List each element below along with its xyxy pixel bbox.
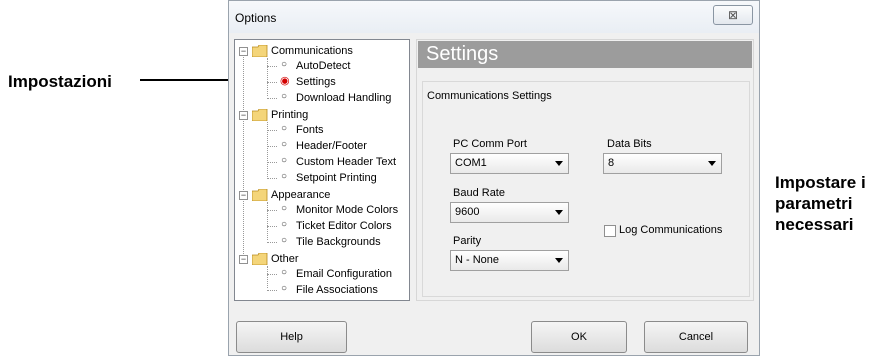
tree-connector <box>267 146 277 147</box>
tree-item-appearance[interactable]: Appearance <box>271 187 330 203</box>
appearance-collapse-toggle[interactable]: − <box>239 191 248 200</box>
radio-icon: ○ <box>281 171 288 182</box>
folder-icon <box>252 189 268 201</box>
options-dialog: Options ⊠ − Communications ○ AutoDetect … <box>228 0 760 356</box>
tree-connector <box>267 58 268 96</box>
radio-icon: ○ <box>281 139 288 150</box>
tree-item-other[interactable]: Other <box>271 251 299 267</box>
tree-item-custom-header-text[interactable]: Custom Header Text <box>296 154 396 170</box>
tree-connector <box>267 202 268 240</box>
callout-impostare-parametri: Impostare i parametri necessari <box>775 172 866 235</box>
chevron-down-icon <box>555 210 563 215</box>
close-button[interactable]: ⊠ <box>713 5 753 25</box>
callout-line-1: Impostare i <box>775 173 866 192</box>
tree-connector <box>267 98 277 99</box>
group-title: Communications Settings <box>427 90 552 102</box>
chevron-down-icon <box>708 161 716 166</box>
baud-rate-label: Baud Rate <box>453 187 505 199</box>
tree-connector <box>267 266 268 288</box>
folder-icon <box>252 253 268 265</box>
tree-connector <box>243 54 244 262</box>
baud-rate-value: 9600 <box>455 206 480 218</box>
tree-item-communications[interactable]: Communications <box>271 43 353 59</box>
tree-item-setpoint-printing[interactable]: Setpoint Printing <box>296 170 377 186</box>
parity-select[interactable]: N - None <box>450 250 569 271</box>
tree-item-settings[interactable]: Settings <box>296 74 336 90</box>
tree-connector <box>267 290 277 291</box>
radio-icon: ○ <box>281 267 288 278</box>
parity-label: Parity <box>453 235 482 247</box>
baud-rate-select[interactable]: 9600 <box>450 202 569 223</box>
data-bits-value: 8 <box>608 157 615 169</box>
radio-icon: ○ <box>281 155 288 166</box>
communications-collapse-toggle[interactable]: − <box>239 47 248 56</box>
tree-item-ticket-editor-colors[interactable]: Ticket Editor Colors <box>296 218 392 234</box>
pc-comm-port-label: PC Comm Port <box>453 138 527 150</box>
radio-icon: ○ <box>281 203 288 214</box>
tree-item-autodetect[interactable]: AutoDetect <box>296 58 350 74</box>
options-tree: − Communications ○ AutoDetect ◉ Settings… <box>234 39 410 301</box>
tree-item-monitor-mode-colors[interactable]: Monitor Mode Colors <box>296 202 398 218</box>
tree-connector <box>267 130 277 131</box>
tree-connector <box>267 162 277 163</box>
tree-connector <box>267 178 277 179</box>
callout-line-2: parametri <box>775 194 853 213</box>
chevron-down-icon <box>555 258 563 263</box>
tree-connector <box>267 274 277 275</box>
selected-radio-icon: ◉ <box>280 75 290 87</box>
panel-title: Settings <box>418 41 752 68</box>
tree-item-header-footer[interactable]: Header/Footer <box>296 138 367 154</box>
printing-collapse-toggle[interactable]: − <box>239 111 248 120</box>
log-communications-checkbox[interactable] <box>604 225 616 237</box>
title-bar: Options ⊠ <box>229 1 759 33</box>
folder-icon <box>252 109 268 121</box>
callout-line-3: necessari <box>775 215 854 234</box>
radio-icon: ○ <box>281 219 288 230</box>
tree-item-tile-backgrounds[interactable]: Tile Backgrounds <box>296 234 381 250</box>
tree-item-fonts[interactable]: Fonts <box>296 122 324 138</box>
log-communications-label[interactable]: Log Communications <box>619 224 722 236</box>
callout-impostazioni: Impostazioni <box>8 72 112 91</box>
close-icon: ⊠ <box>727 8 739 22</box>
tree-connector <box>267 242 277 243</box>
tree-connector <box>267 226 277 227</box>
radio-icon: ○ <box>281 59 288 70</box>
parity-value: N - None <box>455 254 500 266</box>
data-bits-select[interactable]: 8 <box>603 153 722 174</box>
pc-comm-port-select[interactable]: COM1 <box>450 153 569 174</box>
cancel-button[interactable]: Cancel <box>644 321 748 353</box>
radio-icon: ○ <box>281 235 288 246</box>
data-bits-label: Data Bits <box>607 138 652 150</box>
tree-item-download-handling[interactable]: Download Handling <box>296 90 391 106</box>
chevron-down-icon <box>555 161 563 166</box>
tree-connector <box>267 82 277 83</box>
settings-panel: Settings Communications Settings PC Comm… <box>416 39 754 301</box>
radio-icon: ○ <box>281 91 288 102</box>
tree-item-printing[interactable]: Printing <box>271 107 308 123</box>
radio-icon: ○ <box>281 283 288 294</box>
tree-connector <box>267 66 277 67</box>
folder-icon <box>252 45 268 57</box>
window-title: Options <box>235 11 277 25</box>
tree-connector <box>267 210 277 211</box>
pc-comm-port-value: COM1 <box>455 157 487 169</box>
tree-item-file-associations[interactable]: File Associations <box>296 282 378 298</box>
help-button[interactable]: Help <box>236 321 347 353</box>
ok-button[interactable]: OK <box>531 321 627 353</box>
radio-icon: ○ <box>281 123 288 134</box>
tree-item-email-configuration[interactable]: Email Configuration <box>296 266 392 282</box>
other-collapse-toggle[interactable]: − <box>239 255 248 264</box>
